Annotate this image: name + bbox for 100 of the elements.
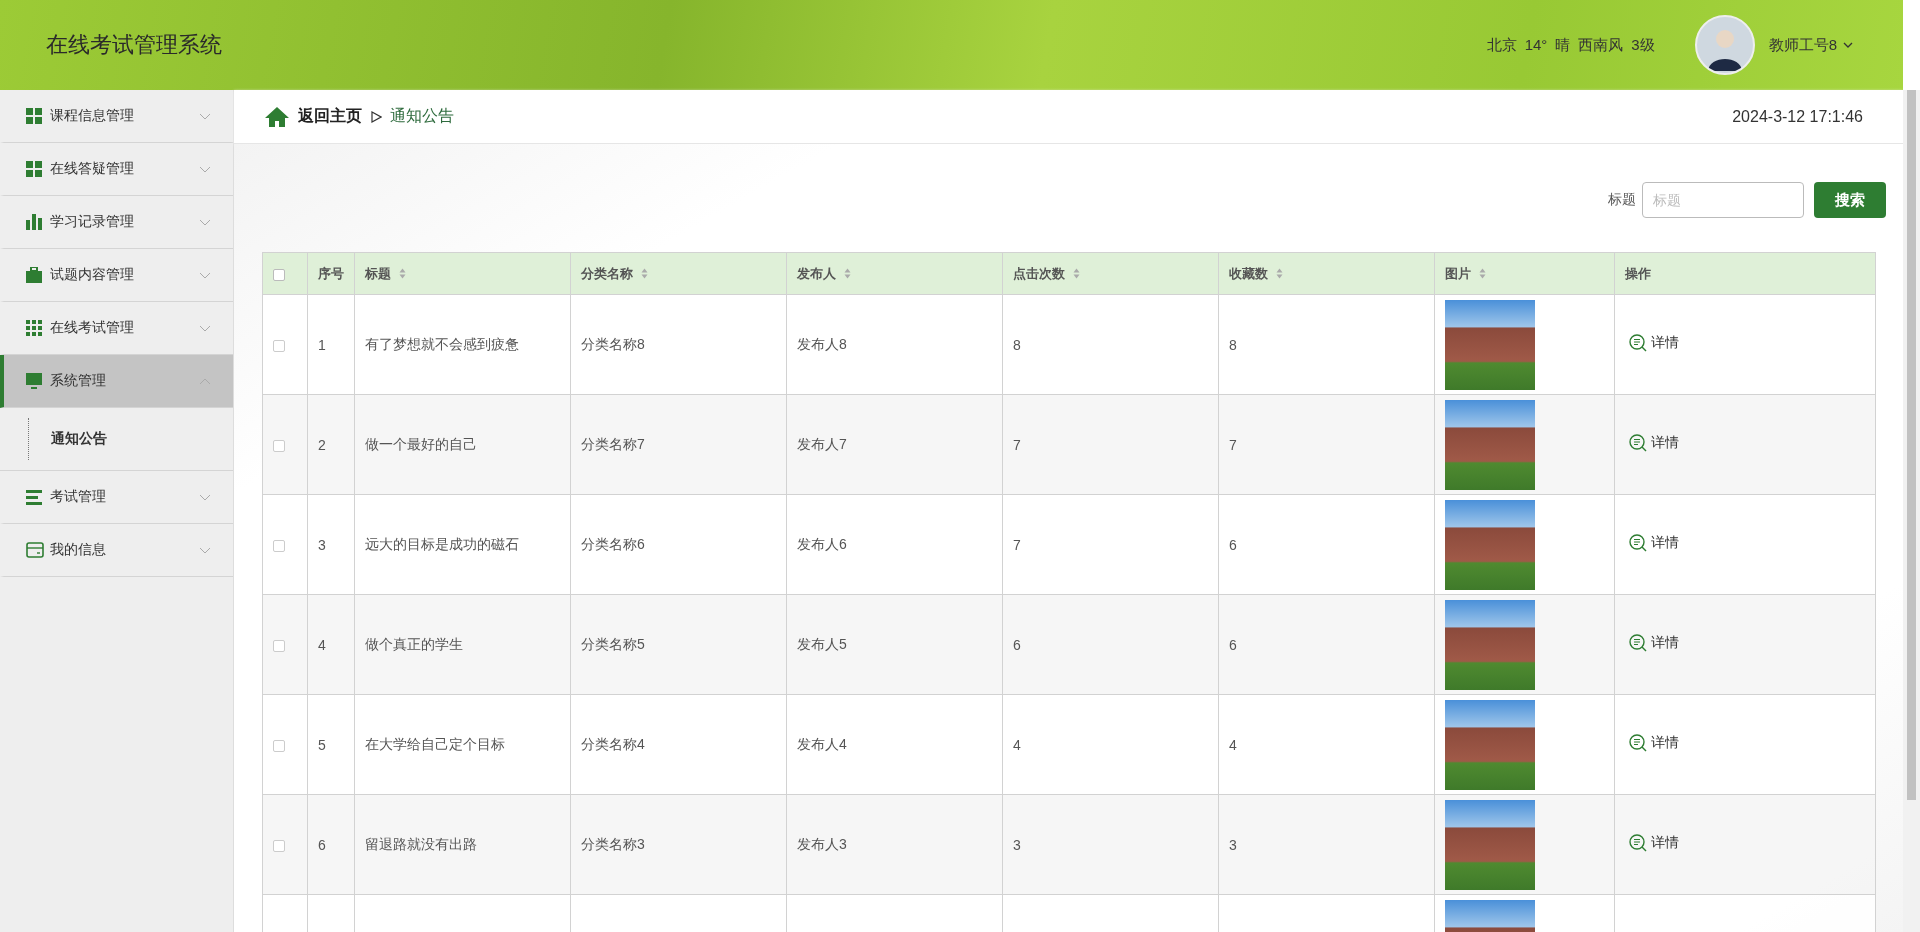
table-cell: 发布人5: [797, 635, 847, 652]
search-icon: [1629, 534, 1647, 552]
detail-link[interactable]: 详情: [1629, 434, 1679, 452]
datetime: 2024-3-12 17:1:46: [1732, 107, 1863, 126]
search-icon: [1629, 734, 1647, 752]
column-header[interactable]: 发布人: [797, 264, 836, 283]
table-cell: 1: [318, 336, 326, 353]
table-cell: 做个真正的学生: [365, 635, 463, 652]
monitor-icon: [26, 373, 44, 389]
table-cell: 分类名称6: [581, 535, 645, 552]
table-cell: 4: [318, 636, 326, 653]
table-cell: 有了梦想就不会感到疲惫: [365, 335, 519, 352]
search-field[interactable]: 标题: [1642, 182, 1804, 218]
table-cell: 发布人3: [797, 835, 847, 852]
table-cell: 发布人7: [797, 435, 847, 452]
checkbox[interactable]: [273, 268, 285, 281]
breadcrumb-current: 通知公告: [390, 106, 454, 126]
table-cell: 分类名称7: [581, 435, 645, 452]
menu-item[interactable]: 考试管理: [0, 471, 233, 524]
checkbox[interactable]: [273, 539, 285, 552]
scrollbar-thumb[interactable]: [1907, 90, 1916, 800]
menu-item[interactable]: 试题内容管理: [0, 249, 233, 302]
table-cell: 6: [318, 836, 326, 853]
home-link[interactable]: 返回主页: [298, 106, 362, 127]
weather-text: 14°: [1524, 35, 1548, 55]
briefcase-icon: [26, 267, 44, 283]
table-cell: 分类名称3: [581, 835, 645, 852]
detail-link[interactable]: 详情: [1629, 734, 1679, 752]
sort-icon: [1479, 268, 1486, 279]
checkbox[interactable]: [273, 739, 285, 752]
table-cell: 2: [318, 436, 326, 453]
table-cell: 发布人4: [797, 735, 847, 752]
chevron-down-icon: [199, 112, 211, 120]
checkbox[interactable]: [273, 439, 285, 452]
menu-item[interactable]: 在线答疑管理: [0, 143, 233, 196]
search-label: 标题: [1608, 191, 1636, 209]
table-cell: 4: [1229, 736, 1237, 753]
table-cell: 3: [1013, 836, 1021, 853]
table-cell: 远大的目标是成功的磁石: [365, 535, 519, 552]
checkbox[interactable]: [273, 639, 285, 652]
column-header[interactable]: 标题: [365, 264, 391, 283]
table-cell: 8: [1229, 336, 1237, 353]
sort-icon: [641, 268, 648, 279]
caret-icon: [1843, 42, 1853, 48]
menu-item[interactable]: 学习记录管理: [0, 196, 233, 249]
table-cell: 分类名称4: [581, 735, 645, 752]
detail-link[interactable]: 详情: [1629, 834, 1679, 852]
menu-item[interactable]: 课程信息管理: [0, 90, 233, 143]
detail-link[interactable]: 详情: [1629, 334, 1679, 352]
chevron-down-icon: [199, 324, 211, 332]
table-cell: 做一个最好的自己: [365, 435, 477, 452]
sort-icon: [1276, 268, 1283, 279]
table-cell: 6: [1229, 536, 1237, 553]
app-title: 在线考试管理系统: [46, 31, 222, 59]
weather-text: 北京: [1486, 35, 1517, 55]
submenu-item[interactable]: 通知公告: [28, 418, 107, 460]
triangle-icon: [370, 110, 382, 123]
detail-link[interactable]: 详情: [1629, 534, 1679, 552]
search-icon: [1629, 334, 1647, 352]
card-icon: [26, 542, 44, 558]
chevron-down-icon: [199, 218, 211, 226]
weather-text: 晴: [1555, 35, 1571, 55]
sort-icon: [1073, 268, 1080, 279]
detail-link[interactable]: 详情: [1629, 634, 1679, 652]
checkbox[interactable]: [273, 839, 285, 852]
table-cell: 4: [1013, 736, 1021, 753]
home-icon: [264, 105, 290, 128]
chevron-up-icon: [199, 377, 211, 385]
grid-icon: [26, 161, 44, 177]
column-header: 序号: [318, 264, 344, 283]
column-header[interactable]: 分类名称: [581, 264, 633, 283]
table-cell: 发布人6: [797, 535, 847, 552]
table-cell: 5: [318, 736, 326, 753]
user-menu[interactable]: 教师工号8: [1768, 35, 1853, 55]
search-icon: [1629, 634, 1647, 652]
table-cell: 6: [1013, 636, 1021, 653]
grid-icon: [26, 108, 44, 124]
chevron-down-icon: [199, 165, 211, 173]
checkbox[interactable]: [273, 339, 285, 352]
table-cell: 7: [1229, 436, 1237, 453]
weather-text: 3级: [1631, 35, 1655, 55]
sort-icon: [399, 268, 406, 279]
table-cell: 3: [318, 536, 326, 553]
sort-icon: [844, 268, 851, 279]
column-header[interactable]: 图片: [1445, 264, 1471, 283]
column-header[interactable]: 点击次数: [1013, 264, 1065, 283]
table-cell: 分类名称5: [581, 635, 645, 652]
menu-item[interactable]: 我的信息: [0, 524, 233, 577]
scrollbar[interactable]: [1903, 90, 1920, 932]
column-header[interactable]: 收藏数: [1229, 264, 1268, 283]
table-cell: 7: [1013, 436, 1021, 453]
list-icon: [26, 489, 44, 505]
table-cell: 发布人8: [797, 335, 847, 352]
table-cell: 8: [1013, 336, 1021, 353]
table-cell: 7: [1013, 536, 1021, 553]
table-cell: 3: [1229, 836, 1237, 853]
menu-item[interactable]: 系统管理: [0, 355, 233, 408]
search-button[interactable]: 搜索: [1814, 182, 1886, 218]
chevron-down-icon: [199, 493, 211, 501]
bar-chart-icon: [26, 214, 44, 230]
